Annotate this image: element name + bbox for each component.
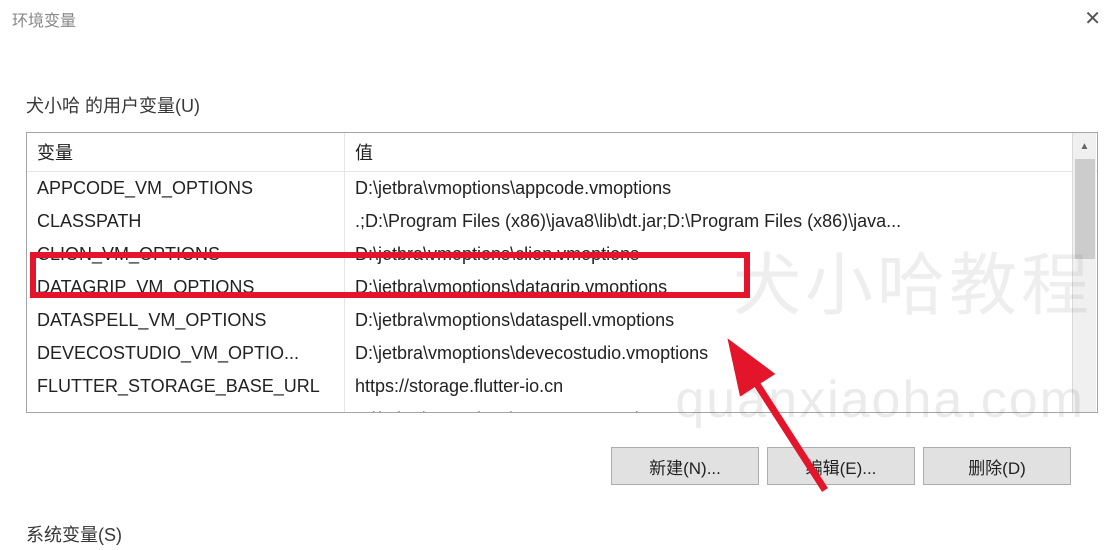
table-row[interactable]: DATAGRIP_VM_OPTIONS D:\jetbra\vmoptions\…	[27, 271, 1097, 304]
cell-variable: FLUTTER_STORAGE_BASE_URL	[27, 370, 345, 403]
table-header: 变量 值	[27, 133, 1097, 172]
close-icon[interactable]: ✕	[1084, 9, 1101, 29]
new-button[interactable]: 新建(N)...	[611, 447, 759, 485]
table-row[interactable]: GATEWAY_VM_OPTIONS D:\jetbra\vmoptions\g…	[27, 403, 1097, 412]
cell-variable: CLION_VM_OPTIONS	[27, 238, 345, 271]
scroll-up-icon[interactable]: ▲	[1073, 133, 1096, 159]
edit-button[interactable]: 编辑(E)...	[767, 447, 915, 485]
delete-button[interactable]: 删除(D)	[923, 447, 1071, 485]
table-row[interactable]: APPCODE_VM_OPTIONS D:\jetbra\vmoptions\a…	[27, 172, 1097, 205]
scroll-thumb[interactable]	[1075, 159, 1095, 259]
titlebar: 环境变量 ✕	[0, 0, 1115, 38]
table-body: APPCODE_VM_OPTIONS D:\jetbra\vmoptions\a…	[27, 172, 1097, 412]
scrollbar[interactable]: ▲	[1072, 133, 1096, 412]
cell-value: D:\jetbra\vmoptions\devecostudio.vmoptio…	[345, 337, 1097, 370]
cell-variable: GATEWAY_VM_OPTIONS	[27, 403, 345, 412]
cell-value: .;D:\Program Files (x86)\java8\lib\dt.ja…	[345, 205, 1097, 238]
cell-variable: DATASPELL_VM_OPTIONS	[27, 304, 345, 337]
table-row[interactable]: CLASSPATH .;D:\Program Files (x86)\java8…	[27, 205, 1097, 238]
cell-value: D:\jetbra\vmoptions\clion.vmoptions	[345, 238, 1097, 271]
content-area: 犬小哈 的用户变量(U) 变量 值 APPCODE_VM_OPTIONS D:\…	[0, 38, 1115, 547]
cell-value: D:\jetbra\vmoptions\appcode.vmoptions	[345, 172, 1097, 205]
cell-variable: DATAGRIP_VM_OPTIONS	[27, 271, 345, 304]
cell-value: D:\jetbra\vmoptions\dataspell.vmoptions	[345, 304, 1097, 337]
table-row[interactable]: FLUTTER_STORAGE_BASE_URL https://storage…	[27, 370, 1097, 403]
cell-variable: APPCODE_VM_OPTIONS	[27, 172, 345, 205]
table-row[interactable]: DEVECOSTUDIO_VM_OPTIO... D:\jetbra\vmopt…	[27, 337, 1097, 370]
system-vars-label: 系统变量(S)	[26, 521, 1097, 547]
window-title: 环境变量	[12, 7, 76, 31]
cell-variable: DEVECOSTUDIO_VM_OPTIO...	[27, 337, 345, 370]
header-variable[interactable]: 变量	[27, 133, 345, 171]
cell-value: D:\jetbra\vmoptions\gateway.vmoptions	[345, 403, 1097, 412]
table-row[interactable]: DATASPELL_VM_OPTIONS D:\jetbra\vmoptions…	[27, 304, 1097, 337]
cell-variable: CLASSPATH	[27, 205, 345, 238]
cell-value: https://storage.flutter-io.cn	[345, 370, 1097, 403]
user-vars-table: 变量 值 APPCODE_VM_OPTIONS D:\jetbra\vmopti…	[26, 132, 1098, 413]
button-row: 新建(N)... 编辑(E)... 删除(D)	[18, 447, 1071, 485]
header-value[interactable]: 值	[345, 133, 1097, 171]
user-vars-label: 犬小哈 的用户变量(U)	[26, 92, 1097, 118]
table-row[interactable]: CLION_VM_OPTIONS D:\jetbra\vmoptions\cli…	[27, 238, 1097, 271]
cell-value: D:\jetbra\vmoptions\datagrip.vmoptions	[345, 271, 1097, 304]
